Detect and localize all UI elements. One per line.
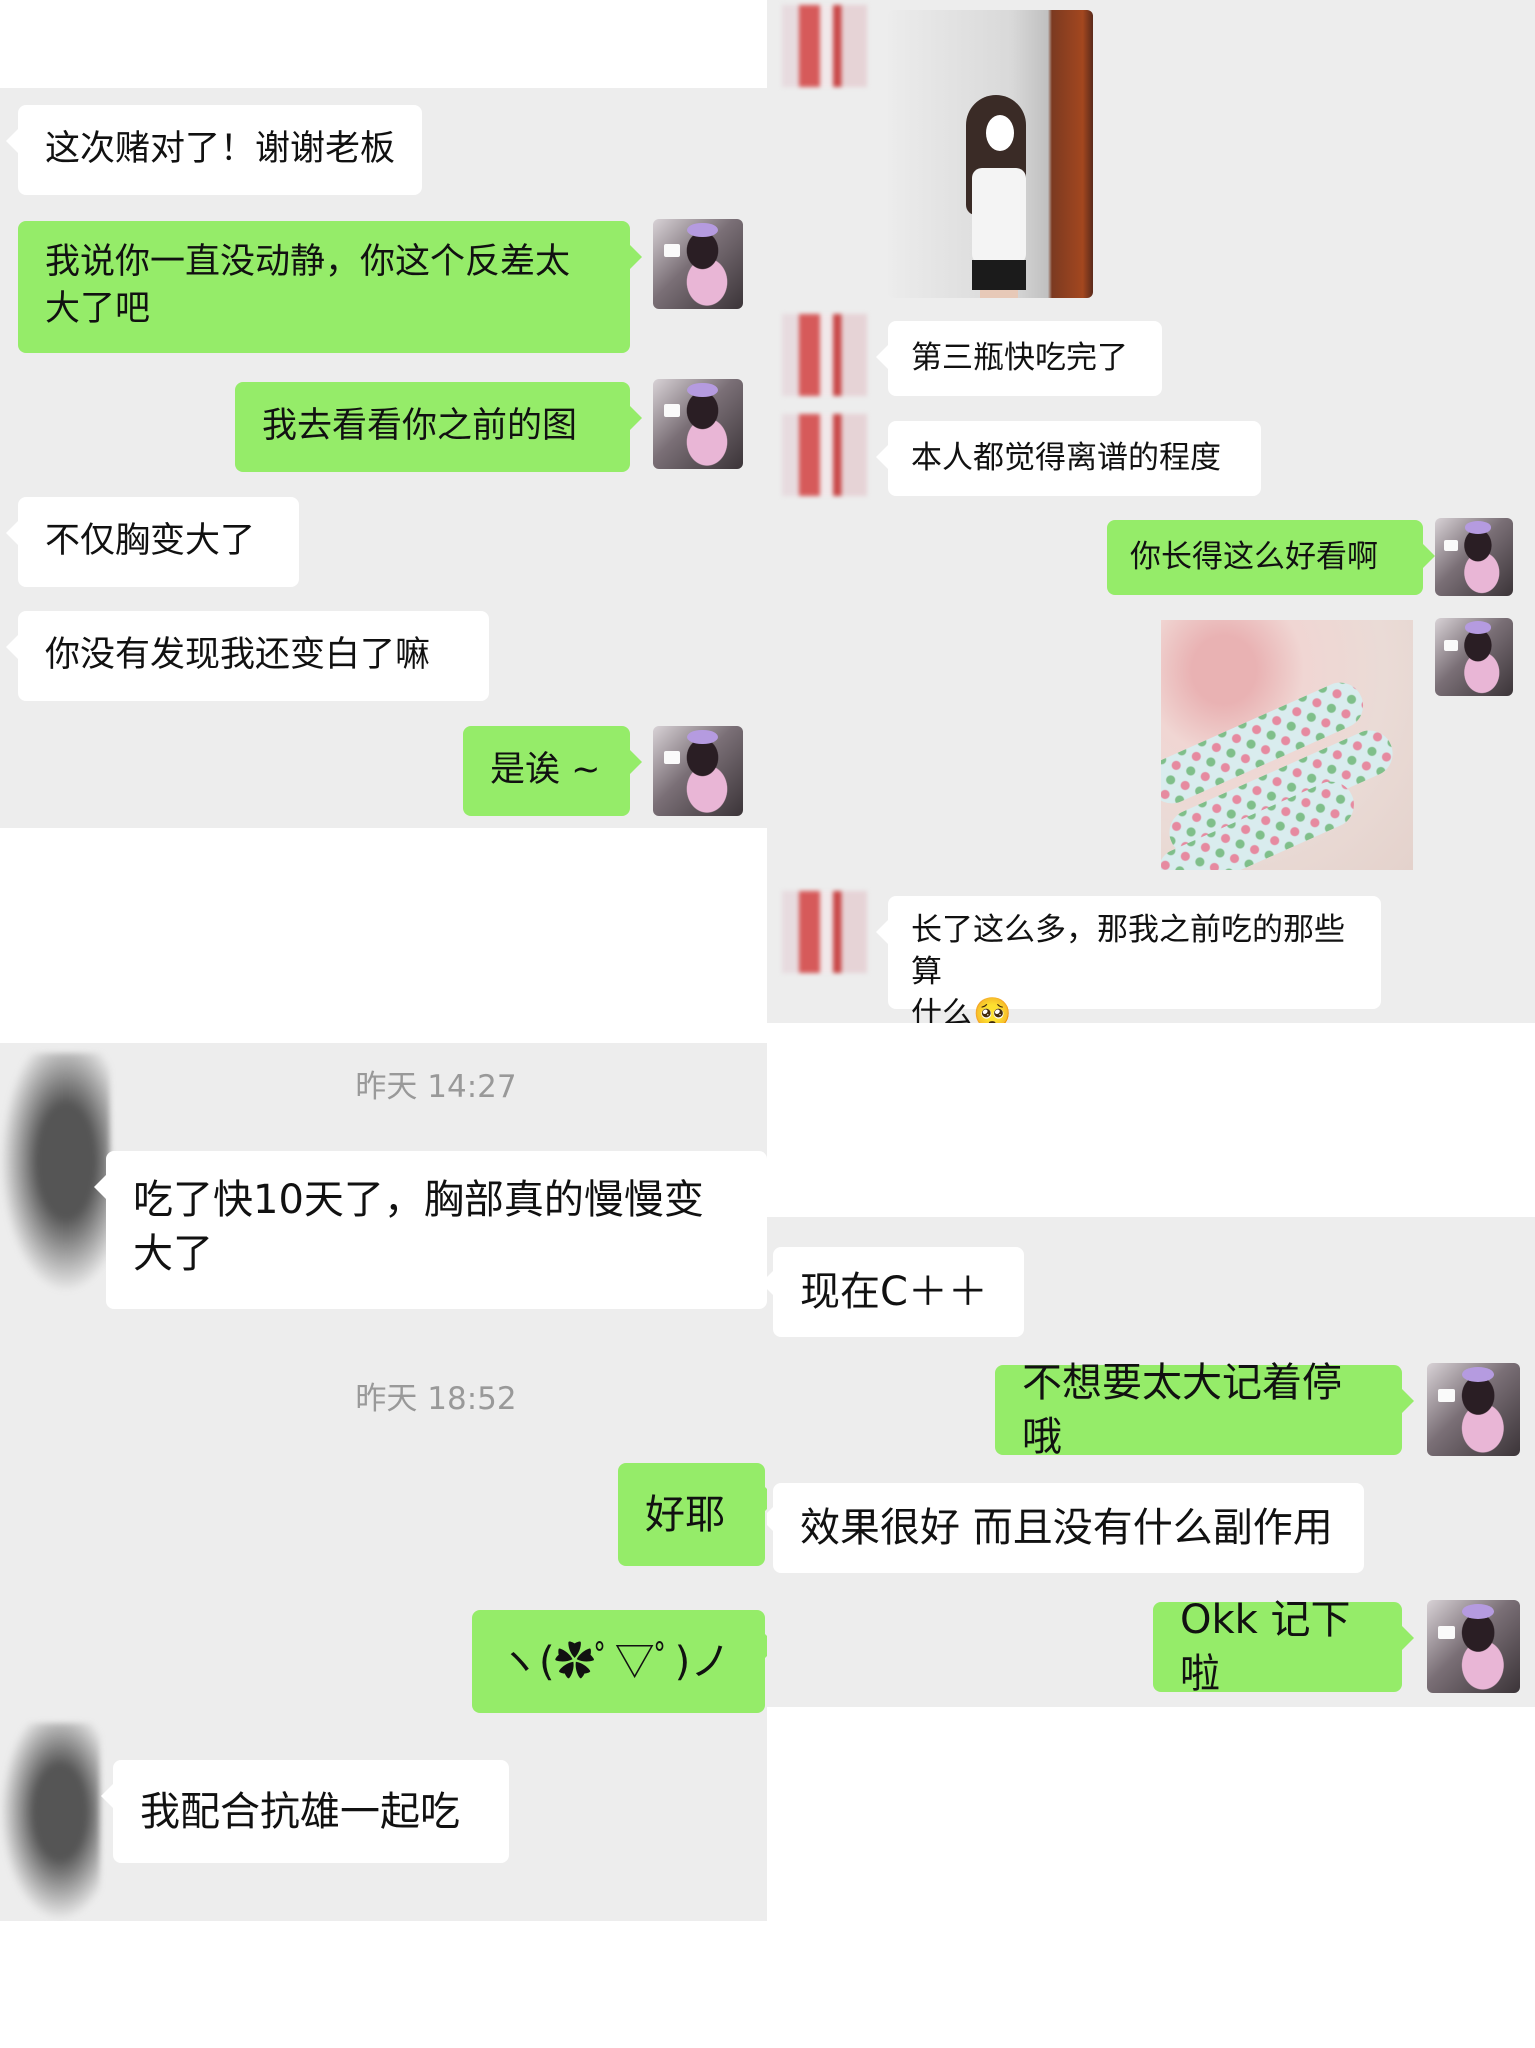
message-bubble[interactable]: 我配合抗雄一起吃 <box>101 1760 509 1863</box>
avatar[interactable] <box>653 379 743 469</box>
message-bubble[interactable]: ヽ(✿ﾟ▽ﾟ)ノ <box>472 1610 767 1713</box>
chat-panel-right-bottom: 现在C＋＋ 不想要太大记着停哦 效果很好 而且没有什么副作用 Okk 记下啦 <box>767 1217 1535 1707</box>
message-line: 什么🥺 <box>911 995 1012 1023</box>
message-bubble[interactable]: 本人都觉得离谱的程度 <box>876 421 1261 496</box>
message-bubble[interactable]: 吃了快10天了，胸部真的慢慢变 大了 <box>94 1151 767 1309</box>
message-line: 吃了快10天了，胸部真的慢慢变 <box>133 1177 704 1223</box>
message-bubble[interactable]: 你没有发现我还变白了嘛 <box>6 611 489 701</box>
message-line: 我说你一直没动静，你这个反差太 <box>45 242 571 282</box>
message-bubble[interactable]: 第三瓶快吃完了 <box>876 321 1162 396</box>
message-line: 长了这么多，那我之前吃的那些算 <box>911 912 1345 990</box>
avatar[interactable] <box>1427 1600 1520 1693</box>
avatar[interactable] <box>782 891 867 973</box>
image-message[interactable] <box>888 10 1093 298</box>
message-bubble[interactable]: 我说你一直没动静，你这个反差太 大了吧 <box>18 221 642 353</box>
avatar[interactable] <box>653 219 743 309</box>
avatar[interactable] <box>1435 518 1513 596</box>
avatar[interactable] <box>782 414 867 496</box>
avatar[interactable] <box>653 726 743 816</box>
avatar[interactable] <box>0 1723 100 1921</box>
message-bubble[interactable]: 我去看看你之前的图 <box>235 382 642 472</box>
avatar[interactable] <box>1435 618 1513 696</box>
photo-figure <box>972 260 1026 290</box>
message-bubble[interactable]: 不想要太大记着停哦 <box>995 1360 1414 1460</box>
avatar[interactable] <box>1427 1363 1520 1456</box>
chat-panel-right-top: 第三瓶快吃完了 本人都觉得离谱的程度 你长得这么好看啊 长了这么多，那我之前吃的… <box>767 0 1535 1023</box>
message-bubble[interactable]: 不仅胸变大了 <box>6 497 299 587</box>
message-bubble[interactable]: 你长得这么好看啊 <box>1107 520 1435 595</box>
timestamp: 昨天 14:27 <box>355 1069 517 1105</box>
chat-panel-left-bottom: 昨天 14:27 吃了快10天了，胸部真的慢慢变 大了 昨天 18:52 好耶 … <box>0 1043 767 1921</box>
photo-figure <box>980 290 1018 298</box>
message-bubble[interactable]: 好耶 <box>618 1463 767 1566</box>
avatar[interactable] <box>782 5 867 87</box>
message-bubble[interactable]: 是诶 ~ <box>463 726 642 816</box>
message-bubble[interactable]: 长了这么多，那我之前吃的那些算 什么🥺 <box>876 896 1381 1023</box>
avatar[interactable] <box>0 1053 110 1293</box>
timestamp: 昨天 18:52 <box>355 1381 517 1417</box>
photo-figure <box>972 168 1026 264</box>
message-bubble[interactable]: 效果很好 而且没有什么副作用 <box>767 1483 1364 1573</box>
image-message[interactable] <box>1161 620 1413 870</box>
message-line: 大了 <box>133 1231 213 1277</box>
chat-panel-left-top: 这次赌对了！谢谢老板 我说你一直没动静，你这个反差太 大了吧 我去看看你之前的图… <box>0 88 767 828</box>
message-line: 大了吧 <box>45 289 151 330</box>
message-bubble[interactable]: 这次赌对了！谢谢老板 <box>5 105 423 195</box>
avatar[interactable] <box>782 314 867 396</box>
message-bubble[interactable]: Okk 记下啦 <box>1153 1597 1414 1697</box>
photo-figure <box>986 115 1014 151</box>
message-bubble[interactable]: 现在C＋＋ <box>767 1247 1024 1337</box>
